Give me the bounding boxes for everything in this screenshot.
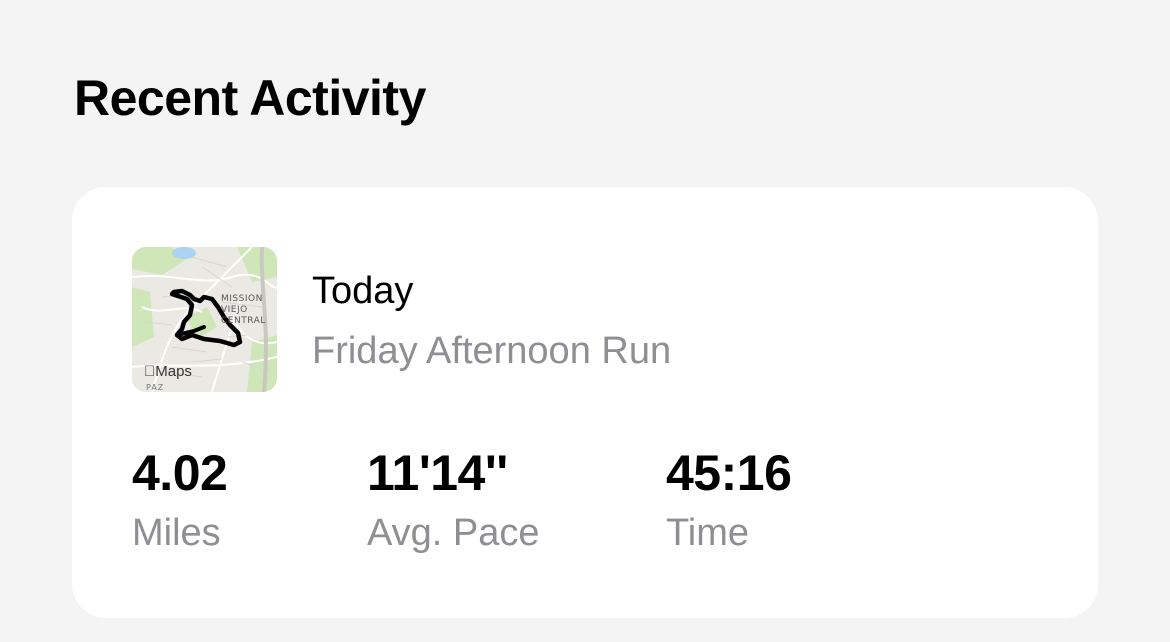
stat-value: 4.02 — [132, 445, 228, 501]
stat-distance: 4.02 Miles — [132, 445, 228, 555]
maps-watermark: Maps — [144, 363, 192, 380]
route-map-thumbnail: MISSION VIEJO CENTRAL Maps PAZ — [132, 247, 277, 392]
map-area-label: MISSION VIEJO CENTRAL — [221, 294, 266, 326]
stat-time: 45:16 Time — [666, 445, 792, 555]
activity-card[interactable]: MISSION VIEJO CENTRAL Maps PAZ Today Fr… — [72, 187, 1098, 618]
map-bottom-label: PAZ — [146, 383, 165, 392]
stat-label: Time — [666, 512, 750, 554]
section-title: Recent Activity — [74, 70, 426, 126]
stat-value: 11'14'' — [367, 445, 508, 501]
stat-label: Miles — [132, 512, 221, 554]
activity-date: Today — [312, 270, 414, 312]
stat-value: 45:16 — [666, 445, 792, 501]
stat-avg-pace: 11'14'' Avg. Pace — [367, 445, 540, 555]
stat-label: Avg. Pace — [367, 512, 540, 554]
apple-logo-icon:  — [144, 363, 155, 380]
activity-name: Friday Afternoon Run — [312, 330, 672, 372]
